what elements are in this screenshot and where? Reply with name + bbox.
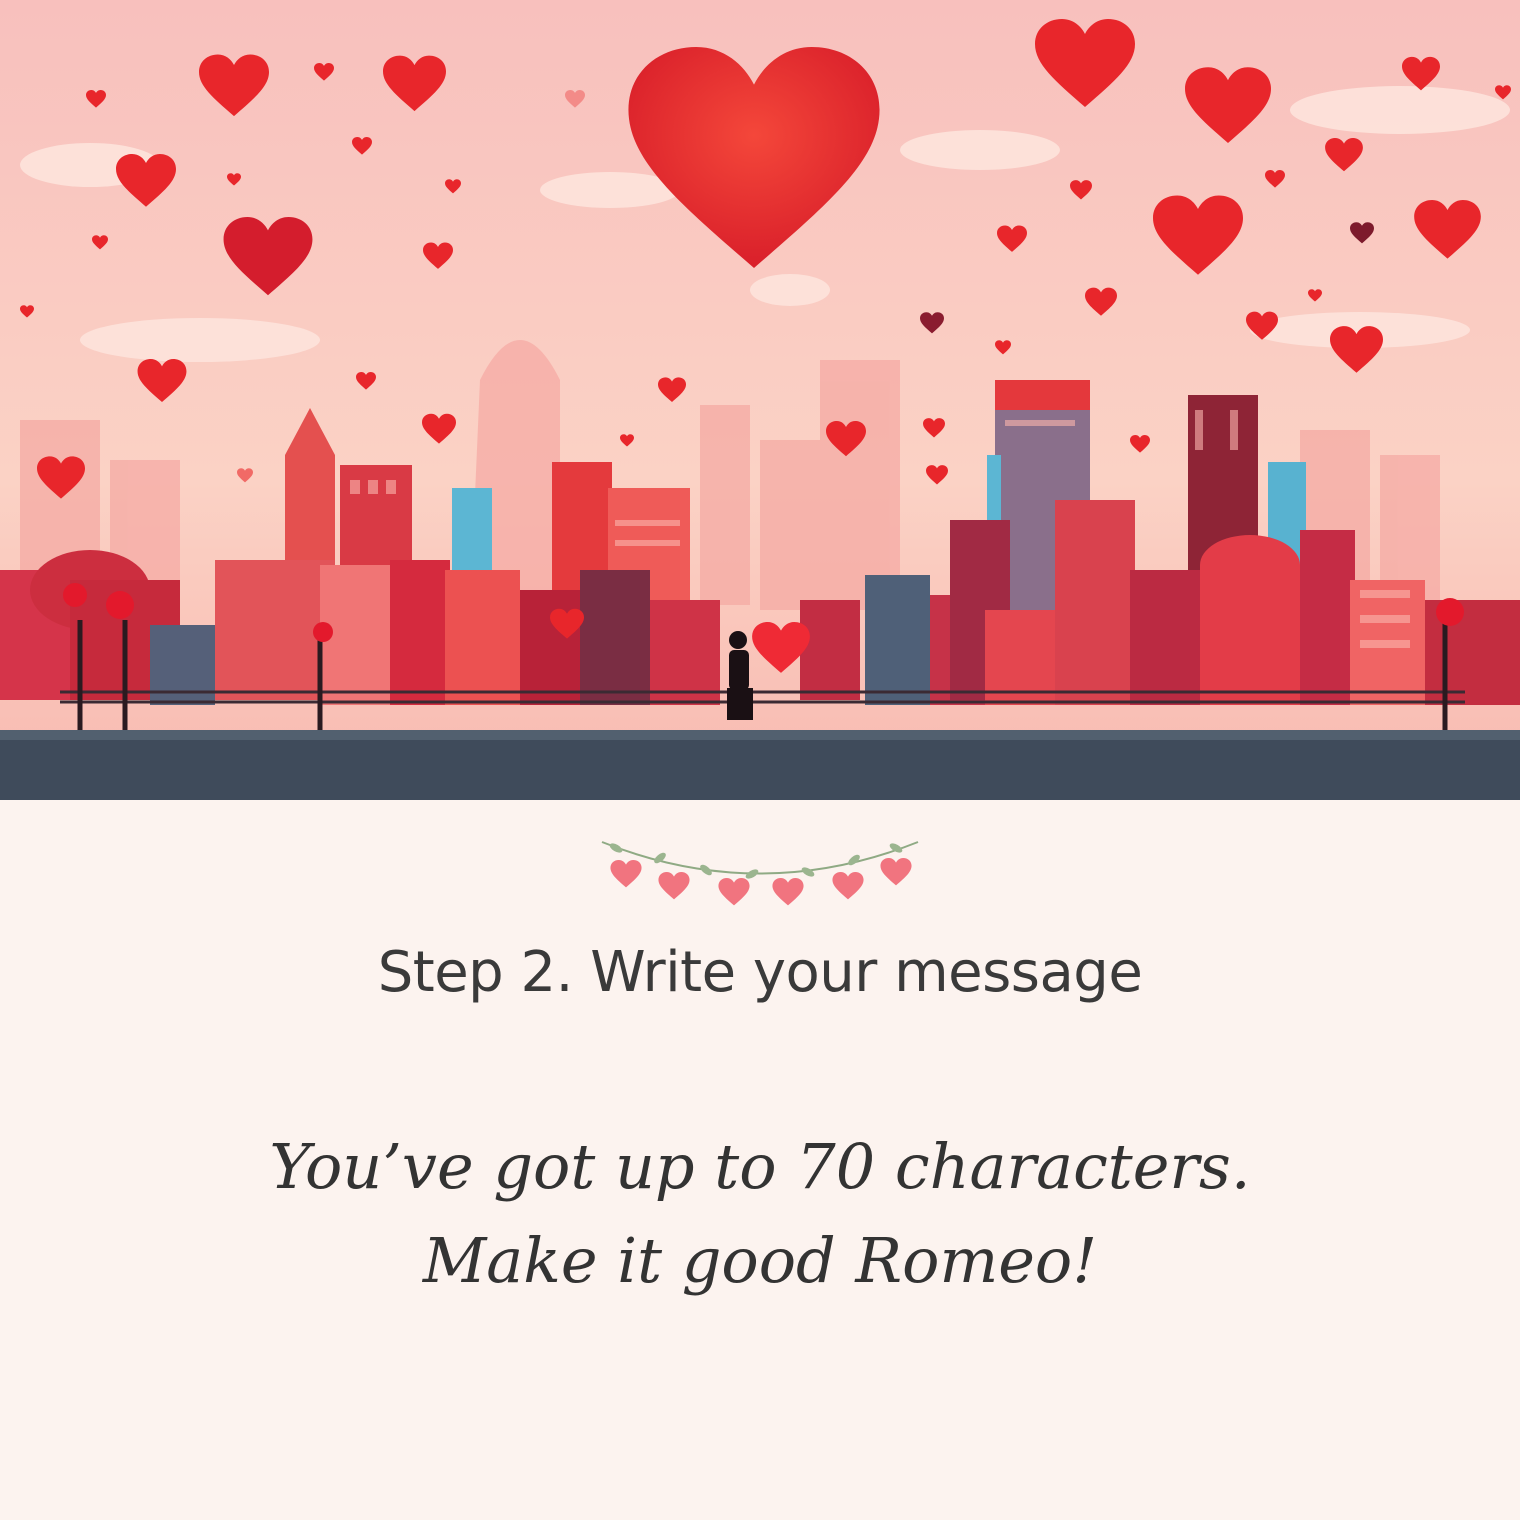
hero-illustration	[0, 0, 1520, 800]
hint-line-1: You’ve got up to 70 characters.	[269, 1130, 1251, 1203]
message-step-panel: Step 2. Write your message You’ve got up…	[0, 800, 1520, 1520]
message-hint: You’ve got up to 70 characters. Make it …	[0, 1120, 1520, 1308]
street	[0, 730, 1520, 800]
valentine-city-scene	[0, 0, 1520, 800]
hint-line-2: Make it good Romeo!	[422, 1224, 1098, 1297]
heart-garland-icon	[596, 830, 924, 920]
step-title: Step 2. Write your message	[377, 940, 1143, 1005]
